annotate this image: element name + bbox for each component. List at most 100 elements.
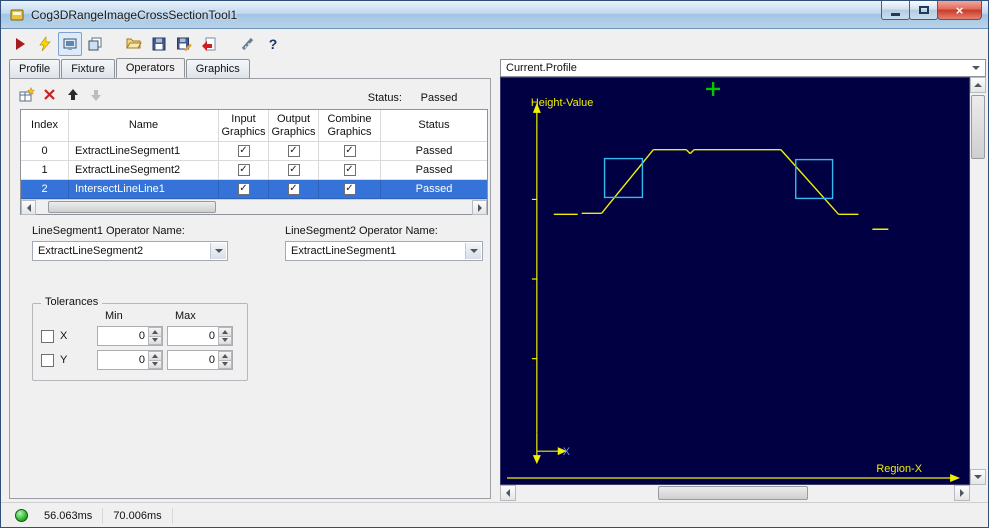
cell-input-graphics: ✓	[219, 180, 269, 199]
tolerances-title: Tolerances	[41, 296, 103, 308]
scroll-right-button[interactable]	[472, 200, 487, 215]
scroll-left-button[interactable]	[21, 200, 36, 215]
close-button[interactable]: ×	[937, 1, 982, 20]
run-button[interactable]	[8, 32, 32, 56]
table-horizontal-scrollbar[interactable]	[21, 199, 487, 215]
column-header-status[interactable]: Status	[381, 110, 487, 142]
total-time: 70.006ms	[113, 509, 162, 522]
copy-results-button[interactable]	[83, 32, 107, 56]
statusbar-separator	[102, 507, 104, 524]
spin-down-button[interactable]	[218, 359, 232, 369]
column-header-name[interactable]: Name	[69, 110, 219, 142]
add-operator-button[interactable]	[16, 84, 37, 105]
spinner-buttons	[218, 351, 232, 369]
tolerance-y-min-value[interactable]: 0	[100, 351, 145, 369]
tolerance-y-checkbox[interactable]	[41, 354, 54, 367]
status-led-icon	[15, 509, 28, 522]
status-value: Passed	[420, 92, 458, 104]
save-as-button[interactable]	[172, 32, 196, 56]
profile-plot-svg[interactable]: Height-Value Region-X X	[501, 78, 969, 484]
help-button[interactable]: ?	[261, 32, 285, 56]
tolerance-x-min-value[interactable]: 0	[100, 327, 145, 345]
input-graphics-checkbox[interactable]: ✓	[237, 164, 250, 176]
scrollbar-track[interactable]	[36, 200, 472, 214]
spin-down-button[interactable]	[148, 359, 162, 369]
tolerance-y-min-spinner[interactable]: 0	[97, 350, 163, 370]
scroll-left-button[interactable]	[500, 485, 516, 501]
tolerances-groupbox: Tolerances Min Max X 0 0 Y 0 0	[32, 296, 248, 381]
combo-dropdown-button[interactable]	[465, 243, 481, 259]
plot-vertical-scrollbar[interactable]	[970, 77, 986, 485]
scroll-right-button[interactable]	[954, 485, 970, 501]
save-as-icon	[177, 37, 192, 52]
segment2-operator-value: ExtractLineSegment1	[291, 245, 397, 257]
cell-output-graphics: ✓	[269, 180, 319, 199]
spin-down-button[interactable]	[218, 335, 232, 345]
column-header-output-graphics[interactable]: Output Graphics	[269, 110, 319, 142]
column-header-input-graphics[interactable]: Input Graphics	[219, 110, 269, 142]
cell-combine-graphics: ✓	[319, 180, 381, 199]
tolerance-row-y: Y 0 0	[33, 350, 247, 372]
segment1-operator-combobox[interactable]: ExtractLineSegment2	[32, 241, 228, 261]
operators-table: Index Name Input Graphics Output Graphic…	[20, 109, 488, 215]
live-display-icon	[63, 38, 77, 50]
tab-fixture[interactable]: Fixture	[61, 59, 115, 78]
output-graphics-checkbox[interactable]: ✓	[287, 164, 300, 176]
move-down-button[interactable]	[85, 84, 106, 105]
save-button[interactable]	[147, 32, 171, 56]
tolerance-x-checkbox[interactable]	[41, 330, 54, 343]
live-display-button[interactable]	[58, 32, 82, 56]
combine-graphics-checkbox[interactable]: ✓	[343, 145, 356, 157]
arrow-down-icon	[974, 475, 982, 479]
column-header-combine-graphics[interactable]: Combine Graphics	[319, 110, 381, 142]
combine-graphics-checkbox[interactable]: ✓	[343, 164, 356, 176]
maximize-button[interactable]	[909, 1, 938, 20]
import-button[interactable]	[197, 32, 221, 56]
tolerance-y-max-value[interactable]: 0	[170, 351, 215, 369]
cell-combine-graphics: ✓	[319, 161, 381, 180]
scroll-down-button[interactable]	[970, 469, 986, 485]
input-graphics-checkbox[interactable]: ✓	[237, 183, 250, 195]
chevron-down-icon	[469, 249, 478, 253]
move-up-button[interactable]	[62, 84, 83, 105]
tolerance-x-max-spinner[interactable]: 0	[167, 326, 233, 346]
output-graphics-checkbox[interactable]: ✓	[287, 145, 300, 157]
arrow-left-icon	[506, 489, 510, 497]
plot-horizontal-scrollbar[interactable]	[500, 485, 970, 501]
tab-profile[interactable]: Profile	[9, 59, 61, 78]
copy-results-icon	[88, 37, 102, 51]
tolerance-x-max-value[interactable]: 0	[170, 327, 215, 345]
svg-text:Height-Value: Height-Value	[531, 97, 593, 109]
minimize-button[interactable]	[881, 1, 910, 20]
title-bar[interactable]: Cog3DRangeImageCrossSectionTool1 ×	[1, 1, 988, 29]
record-selector-combobox[interactable]: Current.Profile	[500, 59, 986, 77]
output-graphics-checkbox[interactable]: ✓	[287, 183, 300, 195]
open-file-button[interactable]	[122, 32, 146, 56]
table-row[interactable]: 0 ExtractLineSegment1 ✓ ✓ ✓ Passed	[21, 142, 487, 161]
scrollbar-track[interactable]	[516, 485, 954, 501]
scrollbar-thumb[interactable]	[971, 95, 985, 159]
combo-dropdown-button[interactable]	[210, 243, 226, 259]
scrollbar-thumb[interactable]	[658, 486, 808, 500]
table-row[interactable]: 1 ExtractLineSegment2 ✓ ✓ ✓ Passed	[21, 161, 487, 180]
scrollbar-thumb[interactable]	[48, 201, 216, 213]
scroll-up-button[interactable]	[970, 77, 986, 93]
tolerance-y-max-spinner[interactable]: 0	[167, 350, 233, 370]
delete-operator-button[interactable]	[39, 84, 60, 105]
table-row[interactable]: 2 IntersectLineLine1 ✓ ✓ ✓ Passed	[21, 180, 487, 199]
combo-dropdown-button[interactable]	[968, 61, 984, 75]
trigger-button[interactable]	[33, 32, 57, 56]
spin-down-button[interactable]	[148, 335, 162, 345]
column-header-index[interactable]: Index	[21, 110, 69, 142]
input-graphics-checkbox[interactable]: ✓	[237, 145, 250, 157]
main-toolbar: ?	[1, 29, 988, 59]
tab-graphics[interactable]: Graphics	[185, 59, 250, 78]
segment2-operator-combobox[interactable]: ExtractLineSegment1	[285, 241, 483, 261]
cell-index: 1	[21, 161, 69, 180]
caliper-button[interactable]	[236, 32, 260, 56]
combine-graphics-checkbox[interactable]: ✓	[343, 183, 356, 195]
tolerance-x-min-spinner[interactable]: 0	[97, 326, 163, 346]
profile-plot[interactable]: Height-Value Region-X X	[500, 77, 970, 485]
tab-operators[interactable]: Operators	[115, 58, 185, 78]
cell-name: ExtractLineSegment2	[69, 161, 219, 180]
